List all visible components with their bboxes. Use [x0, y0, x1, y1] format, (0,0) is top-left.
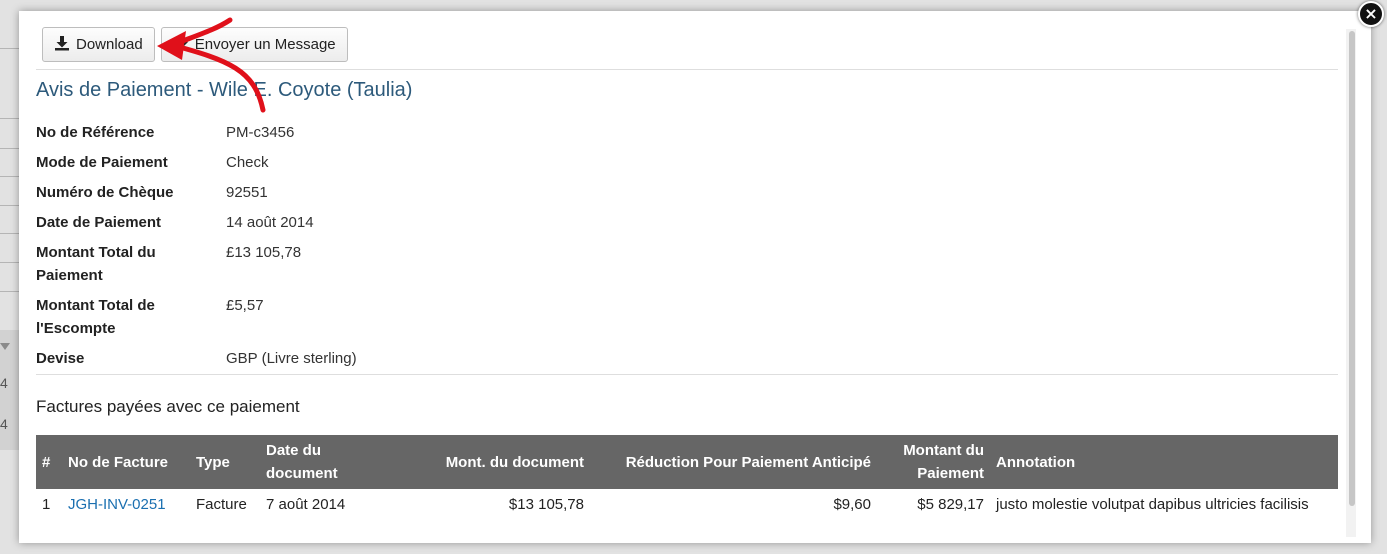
detail-label: No de Référence	[36, 124, 155, 141]
table-header-row: # No de Facture Type Date du document Mo…	[36, 435, 1338, 489]
payment-amount: $5 829,17	[917, 496, 984, 513]
detail-row: Mode de Paiement Check	[36, 151, 736, 174]
detail-value: 14 août 2014	[226, 214, 314, 231]
column-header: Date du document	[266, 442, 338, 482]
download-icon	[54, 35, 70, 55]
detail-value: Check	[226, 154, 269, 171]
column-header: No de Facture	[68, 453, 169, 471]
detail-row: Devise GBP (Livre sterling)	[36, 347, 736, 370]
send-message-button[interactable]: Envoyer un Message	[160, 27, 348, 62]
detail-value: £5,57	[226, 297, 264, 314]
payment-notice-modal: Download Envoyer un Message Avis de Paie…	[19, 11, 1371, 543]
detail-label: Numéro de Chèque	[36, 184, 174, 201]
detail-row: Date de Paiement 14 août 2014	[36, 211, 736, 234]
detail-value: PM-c3456	[226, 124, 295, 141]
bg-divider	[0, 233, 20, 234]
row-number: 1	[42, 496, 51, 513]
invoices-section-title: Factures payées avec ce paiement	[36, 397, 300, 416]
page-title: Avis de Paiement - Wile E. Coyote (Tauli…	[36, 79, 413, 101]
bg-divider	[0, 205, 20, 206]
divider	[36, 69, 1338, 70]
bg-divider	[0, 118, 20, 119]
payment-details: No de Référence PM-c3456 Mode de Paiemen…	[36, 121, 736, 370]
bg-text: 4	[0, 375, 8, 391]
detail-label: Devise	[36, 350, 85, 367]
divider	[36, 374, 1338, 375]
bg-divider	[0, 48, 20, 49]
early-payment-discount: $9,60	[833, 496, 871, 513]
bg-text: 4	[0, 416, 8, 432]
detail-row: Montant Total de l'Escompte £5,57	[36, 294, 736, 340]
detail-label: Date de Paiement	[36, 214, 162, 231]
detail-row: No de Référence PM-c3456	[36, 121, 736, 144]
bg-caret-icon	[0, 343, 10, 350]
download-button[interactable]: Download	[42, 27, 155, 62]
column-header: Réduction Pour Paiement Anticipé	[625, 453, 871, 471]
annotation: justo molestie volutpat dapibus ultricie…	[996, 496, 1309, 513]
share-arrow-icon	[173, 35, 189, 55]
send-message-label: Envoyer un Message	[194, 36, 336, 53]
column-header: #	[42, 453, 51, 471]
bg-divider	[0, 176, 20, 177]
detail-value: GBP (Livre sterling)	[226, 350, 357, 367]
column-header: Montant du Paiement	[903, 442, 984, 482]
column-header: Mont. du document	[445, 453, 584, 471]
detail-label: Mode de Paiement	[36, 154, 168, 171]
detail-label: Montant Total de l'Escompte	[36, 297, 155, 337]
column-header: Type	[196, 453, 230, 471]
invoice-type: Facture	[196, 496, 247, 513]
close-icon[interactable]: ×	[1358, 1, 1384, 27]
document-date: 7 août 2014	[266, 496, 346, 513]
detail-value: £13 105,78	[226, 244, 302, 261]
invoices-table: # No de Facture Type Date du document Mo…	[36, 435, 1338, 520]
bg-divider	[0, 291, 20, 292]
download-label: Download	[76, 36, 143, 53]
detail-row: Montant Total du Paiement £13 105,78	[36, 241, 736, 287]
detail-label: Montant Total du Paiement	[36, 244, 156, 284]
bg-divider	[0, 262, 20, 263]
modal-toolbar: Download Envoyer un Message	[42, 27, 348, 63]
column-header: Annotation	[996, 453, 1076, 471]
detail-row: Numéro de Chèque 92551	[36, 181, 736, 204]
invoice-number-link[interactable]: JGH-INV-0251	[62, 489, 190, 520]
table-row: 1 JGH-INV-0251 Facture 7 août 2014 $13 1…	[36, 489, 1338, 520]
detail-value: 92551	[226, 184, 268, 201]
scrollbar-thumb[interactable]	[1349, 31, 1355, 506]
bg-divider	[0, 148, 20, 149]
document-amount: $13 105,78	[508, 496, 584, 513]
